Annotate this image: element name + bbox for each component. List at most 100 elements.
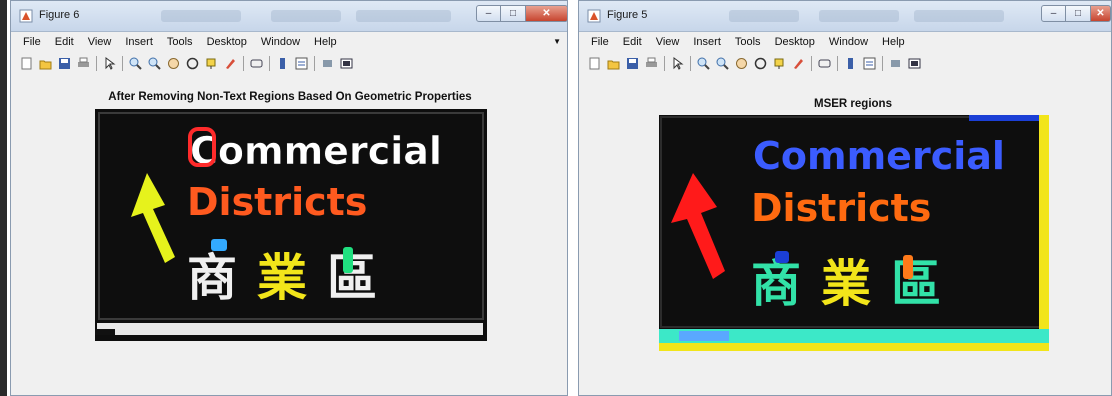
colorbar-icon[interactable] (275, 56, 290, 71)
menu-view[interactable]: View (81, 36, 119, 48)
region-blue-dot (775, 251, 789, 263)
toolbar-separator (122, 55, 123, 71)
menu-edit[interactable]: Edit (48, 36, 81, 48)
menu-insert[interactable]: Insert (686, 36, 728, 48)
zoom-out-icon[interactable] (147, 56, 162, 71)
figure-5-window: Figure 5 – □ ✕ File Edit View Insert Too… (578, 0, 1112, 396)
menu-desktop[interactable]: Desktop (768, 36, 822, 48)
pointer-icon[interactable] (102, 56, 117, 71)
menu-window[interactable]: Window (822, 36, 875, 48)
title-bar-blur (271, 10, 341, 22)
zoom-in-icon[interactable] (696, 56, 711, 71)
left-edge-bar (0, 0, 7, 396)
rotate-3d-icon[interactable] (185, 56, 200, 71)
menu-insert[interactable]: Insert (118, 36, 160, 48)
title-bar[interactable]: Figure 5 – □ ✕ (579, 1, 1111, 32)
sign-line-districts: Districts (751, 186, 931, 230)
pan-icon[interactable] (166, 56, 181, 71)
sign-line-commercial: Commercial (190, 129, 442, 173)
image-axes[interactable]: Commercial Districts 商 業 區 (659, 115, 1049, 351)
menu-bar: File Edit View Insert Tools Desktop Wind… (11, 32, 567, 52)
matlab-figure-icon (587, 9, 601, 23)
pan-icon[interactable] (734, 56, 749, 71)
data-cursor-icon[interactable] (772, 56, 787, 71)
title-bar-blur (161, 10, 241, 22)
toolbar-separator (96, 55, 97, 71)
menu-bar: File Edit View Insert Tools Desktop Wind… (579, 32, 1111, 52)
menu-overflow-icon[interactable]: ▼ (553, 37, 561, 46)
sign-image: Commercial Districts 商 業 區 (95, 109, 487, 341)
title-bar-blur (356, 10, 451, 22)
window-title: Figure 6 (39, 9, 80, 21)
menu-help[interactable]: Help (307, 36, 344, 48)
figure-title: MSER regions (814, 98, 892, 110)
hide-plot-tools-icon[interactable] (888, 56, 903, 71)
maximize-button[interactable]: □ (501, 5, 526, 22)
data-cursor-icon[interactable] (204, 56, 219, 71)
title-bar-blur (729, 10, 799, 22)
region-green-bar (343, 247, 353, 273)
minimize-button[interactable]: – (1041, 5, 1066, 22)
menu-tools[interactable]: Tools (160, 36, 200, 48)
sign-char-2: 業 (257, 249, 307, 307)
region-blue-dot (211, 239, 227, 251)
menu-window[interactable]: Window (254, 36, 307, 48)
window-title: Figure 5 (607, 9, 648, 21)
close-button[interactable]: ✕ (1091, 5, 1111, 22)
toolbar-separator (314, 55, 315, 71)
save-icon[interactable] (57, 56, 72, 71)
sign-line-districts: Districts (187, 180, 367, 224)
print-icon[interactable] (76, 56, 91, 71)
rotate-3d-icon[interactable] (753, 56, 768, 71)
new-figure-icon[interactable] (587, 56, 602, 71)
colorbar-icon[interactable] (843, 56, 858, 71)
zoom-out-icon[interactable] (715, 56, 730, 71)
sign-char-1: 商 (751, 255, 801, 313)
title-bar-blur (819, 10, 899, 22)
menu-view[interactable]: View (649, 36, 687, 48)
pointer-icon[interactable] (670, 56, 685, 71)
toolbar-separator (811, 55, 812, 71)
brush-icon[interactable] (791, 56, 806, 71)
sign-line-commercial: Commercial (753, 134, 1005, 178)
minimize-button[interactable]: – (476, 5, 501, 22)
sign-char-3: 區 (891, 255, 941, 313)
window-controls: – □ ✕ (476, 5, 567, 22)
toolbar-separator (664, 55, 665, 71)
window-controls: – □ ✕ (1041, 5, 1111, 22)
toolbar-separator (269, 55, 270, 71)
title-bar[interactable]: Figure 6 – □ ✕ (11, 1, 567, 32)
figure-title: After Removing Non-Text Regions Based On… (108, 91, 472, 103)
open-file-icon[interactable] (38, 56, 53, 71)
legend-icon[interactable] (294, 56, 309, 71)
sign-char-1: 商 (187, 249, 237, 307)
menu-tools[interactable]: Tools (728, 36, 768, 48)
toolbar-separator (243, 55, 244, 71)
link-icon[interactable] (249, 56, 264, 71)
close-button[interactable]: ✕ (526, 5, 567, 22)
save-icon[interactable] (625, 56, 640, 71)
toolbar-separator (837, 55, 838, 71)
show-plot-tools-icon[interactable] (907, 56, 922, 71)
menu-edit[interactable]: Edit (616, 36, 649, 48)
print-icon[interactable] (644, 56, 659, 71)
link-icon[interactable] (817, 56, 832, 71)
title-bar-blur (914, 10, 1004, 22)
show-plot-tools-icon[interactable] (339, 56, 354, 71)
toolbar-separator (690, 55, 691, 71)
menu-help[interactable]: Help (875, 36, 912, 48)
hide-plot-tools-icon[interactable] (320, 56, 335, 71)
new-figure-icon[interactable] (19, 56, 34, 71)
matlab-figure-icon (19, 9, 33, 23)
menu-file[interactable]: File (11, 36, 48, 48)
brush-icon[interactable] (223, 56, 238, 71)
menu-desktop[interactable]: Desktop (200, 36, 254, 48)
menu-file[interactable]: File (579, 36, 616, 48)
image-axes[interactable]: Commercial Districts 商 業 區 (95, 109, 487, 341)
legend-icon[interactable] (862, 56, 877, 71)
maximize-button[interactable]: □ (1066, 5, 1091, 22)
open-file-icon[interactable] (606, 56, 621, 71)
sign-base-region (97, 323, 483, 335)
figure-toolbar (11, 52, 567, 74)
zoom-in-icon[interactable] (128, 56, 143, 71)
